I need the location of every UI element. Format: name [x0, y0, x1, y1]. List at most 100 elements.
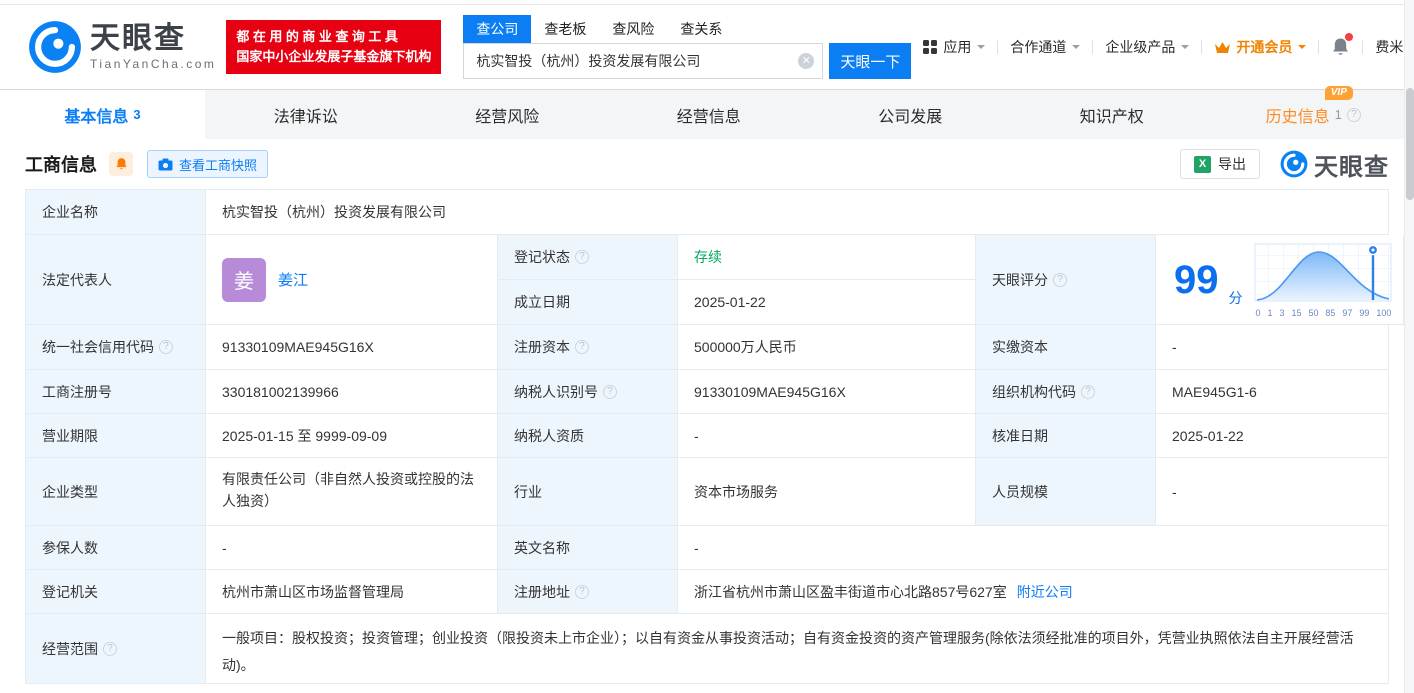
notification-bell-button[interactable] [1319, 37, 1362, 57]
search-tab-relation[interactable]: 查关系 [667, 15, 735, 43]
tab-intellectual-property[interactable]: 知识产权 [1011, 90, 1213, 139]
search-button[interactable]: 天眼一下 [829, 43, 911, 79]
section-header: 工商信息 查看工商快照 X 导出 [25, 139, 1389, 189]
field-scope-value: 一般项目：股权投资；投资管理；创业投资（限投资未上市企业）；以自有资金从事投资活… [206, 614, 1389, 684]
monitor-bell-button[interactable] [109, 152, 133, 176]
scrollbar-thumb[interactable] [1406, 88, 1414, 200]
clear-input-icon[interactable]: ✕ [798, 53, 814, 69]
help-icon[interactable] [575, 340, 589, 354]
tab-count: 1 [1335, 107, 1342, 122]
field-term-value: 2025-01-15 至 9999-09-09 [206, 414, 498, 458]
slogan-badge: 都在用的商业查询工具 国家中小企业发展子基金旗下机构 [226, 20, 441, 74]
tab-operation-info[interactable]: 经营信息 [608, 90, 810, 139]
field-term-label: 营业期限 [26, 414, 206, 458]
snapshot-button[interactable]: 查看工商快照 [147, 150, 268, 178]
logo-eye-icon [28, 20, 82, 74]
bell-icon [115, 157, 128, 171]
tab-basic-info[interactable]: 基本信息 3 [0, 90, 205, 139]
field-insured-value: - [206, 526, 498, 570]
search-tab-risk[interactable]: 查风险 [599, 15, 667, 43]
legal-rep-link[interactable]: 姜江 [278, 269, 308, 290]
field-reg-capital-value: 500000万人民币 [678, 325, 976, 370]
field-industry-label: 行业 [498, 458, 678, 526]
field-legal-rep-value: 姜 姜江 [206, 235, 498, 325]
field-authority-value: 杭州市萧山区市场监督管理局 [206, 570, 498, 614]
export-button[interactable]: X 导出 [1180, 149, 1260, 179]
help-icon[interactable] [1347, 108, 1361, 122]
help-icon[interactable] [103, 642, 117, 656]
scrollbar-track[interactable] [1404, 0, 1414, 693]
tab-operation-risk[interactable]: 经营风险 [407, 90, 609, 139]
field-english-name-value: - [678, 526, 1389, 570]
slogan-line-1: 都在用的商业查询工具 [236, 27, 431, 47]
menu-apps[interactable]: 应用 [911, 37, 997, 57]
field-industry-value: 资本市场服务 [678, 458, 976, 526]
camera-icon [158, 158, 173, 171]
field-est-date-value: 2025-01-22 [678, 280, 976, 325]
field-reg-status-label: 登记状态 [498, 235, 678, 280]
main-content: 工商信息 查看工商快照 X 导出 [0, 139, 1414, 684]
field-org-code-value: MAE945G1-6 [1156, 370, 1389, 414]
logo-eye-icon [1280, 150, 1308, 178]
table-row: 营业期限 2025-01-15 至 9999-09-09 纳税人资质 - 核准日… [26, 414, 1389, 458]
tab-legal-proceedings[interactable]: 法律诉讼 [205, 90, 407, 139]
tianyancha-logo[interactable]: 天眼查 TianYanCha.com [28, 20, 216, 74]
logo-brand-text: 天眼查 [90, 24, 216, 54]
help-icon[interactable] [575, 585, 589, 599]
field-english-name-label: 英文名称 [498, 526, 678, 570]
section-title: 工商信息 [25, 151, 97, 177]
site-header: 天眼查 TianYanCha.com 都在用的商业查询工具 国家中小企业发展子基… [0, 5, 1414, 89]
field-paid-capital-label: 实缴资本 [976, 325, 1156, 370]
field-scope-label: 经营范围 [26, 614, 206, 684]
legal-rep-avatar[interactable]: 姜 [222, 258, 266, 302]
logo-domain-text: TianYanCha.com [90, 57, 216, 71]
field-est-date-label: 成立日期 [498, 280, 678, 325]
menu-open-vip[interactable]: 开通会员 [1202, 37, 1318, 57]
table-row: 法定代表人 姜 姜江 登记状态 存续 成立日期 2025-01-22 [26, 235, 1389, 325]
field-approval-date-value: 2025-01-22 [1156, 414, 1389, 458]
field-reg-number-value: 330181002139966 [206, 370, 498, 414]
field-reg-number-label: 工商注册号 [26, 370, 206, 414]
field-taxpayer-id-value: 91330109MAE945G16X [678, 370, 976, 414]
field-company-name-label: 企业名称 [26, 190, 206, 235]
slogan-line-2: 国家中小企业发展子基金旗下机构 [236, 47, 431, 67]
table-row: 企业名称 杭实智投（杭州）投资发展有限公司 [26, 190, 1389, 235]
search-tab-company[interactable]: 查公司 [463, 15, 531, 43]
field-score-label: 天眼评分 [976, 235, 1156, 325]
table-row: 参保人数 - 英文名称 - [26, 526, 1389, 570]
search-input[interactable] [463, 43, 823, 79]
score-axis-ticks: 0131550859799100 [1256, 308, 1392, 318]
score-distribution-chart: 0131550859799100 [1253, 242, 1395, 318]
menu-partner-channel[interactable]: 合作通道 [998, 37, 1092, 57]
help-icon[interactable] [1053, 273, 1067, 287]
help-icon[interactable] [1081, 385, 1095, 399]
field-company-name-value: 杭实智投（杭州）投资发展有限公司 [206, 190, 1389, 235]
tab-history-info[interactable]: VIP 历史信息 1 [1213, 90, 1414, 139]
field-taxpayer-id-label: 纳税人识别号 [498, 370, 678, 414]
field-reg-status-value: 存续 [678, 235, 976, 280]
apps-grid-icon [923, 40, 937, 54]
field-company-type-label: 企业类型 [26, 458, 206, 526]
chevron-down-icon [1072, 45, 1080, 53]
help-icon[interactable] [575, 250, 589, 264]
table-row: 统一社会信用代码 91330109MAE945G16X 注册资本 500000万… [26, 325, 1389, 370]
field-staff-size-label: 人员规模 [976, 458, 1156, 526]
field-paid-capital-value: - [1156, 325, 1389, 370]
table-row: 经营范围 一般项目：股权投资；投资管理；创业投资（限投资未上市企业）；以自有资金… [26, 614, 1389, 684]
nearby-companies-link[interactable]: 附近公司 [1017, 582, 1073, 602]
excel-icon: X [1194, 156, 1211, 173]
menu-enterprise-products[interactable]: 企业级产品 [1093, 37, 1201, 57]
table-row: 工商注册号 330181002139966 纳税人识别号 91330109MAE… [26, 370, 1389, 414]
watermark-logo: 天眼查 [1280, 147, 1389, 182]
header-menu: 应用 合作通道 企业级产品 开通会员 [911, 37, 1414, 57]
search-tab-boss[interactable]: 查老板 [531, 15, 599, 43]
field-insured-label: 参保人数 [26, 526, 206, 570]
business-info-table: 企业名称 杭实智投（杭州）投资发展有限公司 法定代表人 姜 姜江 登记状态 存续 [25, 189, 1389, 684]
watermark-text: 天眼查 [1314, 147, 1389, 182]
help-icon[interactable] [159, 340, 173, 354]
field-address-value: 浙江省杭州市萧山区盈丰街道市心北路857号627室 附近公司 [678, 570, 1389, 614]
field-taxpayer-qual-value: - [678, 414, 976, 458]
help-icon[interactable] [603, 385, 617, 399]
tab-company-development[interactable]: 公司发展 [810, 90, 1012, 139]
field-taxpayer-qual-label: 纳税人资质 [498, 414, 678, 458]
